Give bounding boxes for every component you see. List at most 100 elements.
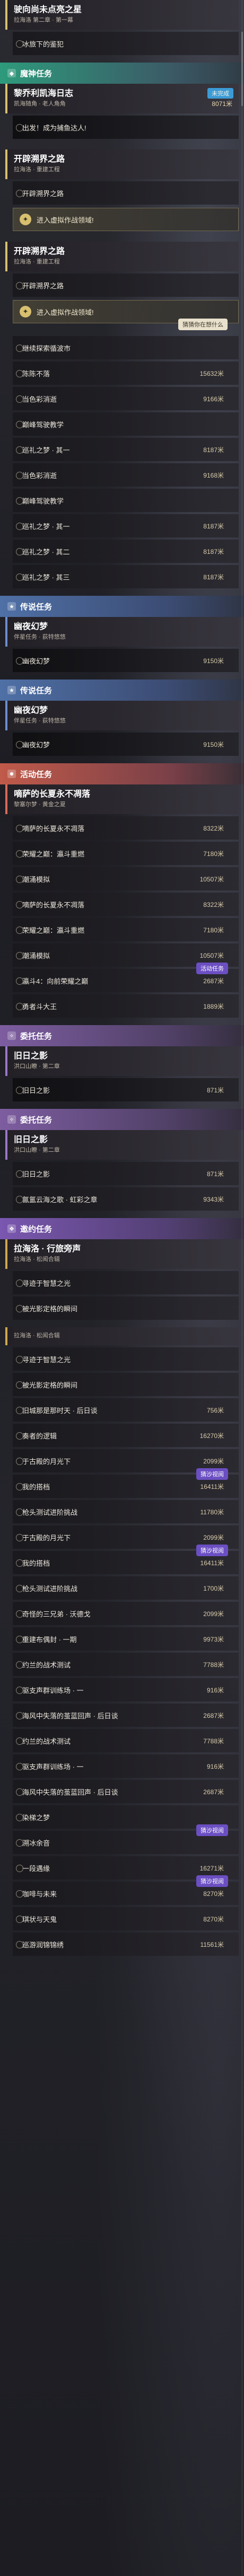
quest-card[interactable]: 开辟溯界之路 拉海洛 · 重建工程 — [5, 149, 239, 179]
quest-step-row[interactable]: 被光影定格的瞬间 — [13, 1373, 239, 1396]
quest-step-row[interactable]: 奏者的逻辑 16270米 — [13, 1424, 239, 1447]
quest-step-row[interactable]: 海风中失落的茧蓝回声 · 后日谈 2687米 — [13, 1704, 239, 1727]
quest-step-row[interactable]: 陈陈不落 15632米 — [13, 361, 239, 385]
quest-card[interactable]: 开辟溯界之路 拉海洛 · 重建工程 — [5, 242, 239, 271]
step-label: 奏者的逻辑 — [22, 1432, 57, 1440]
quest-step-row[interactable]: 出发！成为捕鱼达人! — [13, 116, 239, 139]
quest-step-row[interactable]: 巅峰驾驶教学 — [13, 412, 239, 436]
step-marker-icon — [16, 1865, 23, 1872]
quest-title: 旧日之影 — [14, 1052, 48, 1061]
quest-step-row[interactable]: 开辟溯界之路 — [13, 274, 239, 297]
step-distance: 2099米 — [203, 1533, 224, 1541]
quest-step-row[interactable]: 幽夜幻梦 9150米 — [13, 733, 239, 756]
quest-step-row[interactable]: 旧日之影 871米 — [13, 1078, 239, 1101]
step-label: 巅峰驾驶教学 — [22, 497, 64, 505]
step-marker-icon — [16, 124, 23, 131]
quest-card[interactable]: 幽夜幻梦 伴星任务 · 荻特悠悠 — [5, 701, 239, 730]
quest-card[interactable]: 嘀萨的长夏永不凋落 黎塞尔梦 · 黄金之夏 — [5, 784, 239, 814]
step-marker-icon — [16, 850, 23, 858]
quest-card[interactable]: 旧日之影 洪口山瞭 · 第二章 — [5, 1046, 239, 1076]
scrollbar-track[interactable] — [241, 0, 243, 2576]
quest-step-row[interactable]: 巡礼之梦 · 其二 8187米 — [13, 540, 239, 563]
quest-step-row[interactable]: 嘀萨的长夏永不凋落 8322米 — [13, 816, 239, 840]
quest-step-row[interactable]: 枪头测试进阶挑战 1700米 — [13, 1576, 239, 1600]
quest-step-row[interactable]: 当色彩消逝 9168米 — [13, 463, 239, 487]
quest-step-row[interactable]: 寻迹于智慧之光 — [13, 1271, 239, 1294]
main-quest-icon: ◆ — [7, 69, 16, 77]
quest-step-row[interactable]: 巡礼之梦 · 其一 8187米 — [13, 514, 239, 537]
step-marker-icon — [16, 1788, 23, 1796]
quest-step-row[interactable]: 驱支声群训练场 · 一 916米 — [13, 1754, 239, 1778]
section-header-commission[interactable]: ✧ 委托任务 — [0, 1025, 244, 1046]
quest-step-row[interactable]: 驱支声群训练场 · 一 916米 — [13, 1678, 239, 1701]
quest-step-row[interactable]: 氤氲云海之歌 · 虹彩之章 9343米 — [13, 1187, 239, 1211]
quest-step-row[interactable]: 被光影定格的瞬间 — [13, 1296, 239, 1320]
quest-card[interactable]: 拉海洛 · 行旅旁声 拉海洛 · 松闻合辑 — [5, 1239, 239, 1269]
quest-step-row[interactable]: 巡游润锦锦绣 11561米 — [13, 1933, 239, 1956]
quest-step-row[interactable]: 海风中失落的茧蓝回声 · 后日谈 2687米 — [13, 1780, 239, 1803]
step-label: 重建布偶封 · 一期 — [22, 1635, 77, 1644]
step-marker-icon — [16, 282, 23, 289]
scrollbar-thumb[interactable] — [241, 32, 243, 106]
section-label: 活动任务 — [20, 770, 53, 779]
quest-step-row[interactable]: 旧城那是那时天 · 后日谈 756米 — [13, 1398, 239, 1422]
quest-step-row[interactable]: 枪头测试进阶挑战 11780米 — [13, 1500, 239, 1523]
quest-step-row[interactable]: 约兰的战术测试 7788米 — [13, 1729, 239, 1752]
quest-card[interactable]: 旧日之影 洪口山瞭 · 第二章 — [5, 1130, 239, 1160]
step-marker-icon — [16, 1196, 23, 1203]
step-label: 当色彩消逝 — [22, 471, 57, 480]
step-distance: 8322米 — [203, 824, 224, 832]
quest-step-row[interactable]: 荣耀之巅：瀛斗重燃 7180米 — [13, 842, 239, 865]
quest-step-row[interactable]: 奇怪的三兄弟 · 沃德戈 2099米 — [13, 1602, 239, 1625]
quest-step-row[interactable]: 当色彩消逝 9166米 — [13, 387, 239, 410]
quest-step-row[interactable]: 冰旅下的鉴犯 — [13, 32, 239, 55]
step-distance: 871米 — [206, 1086, 224, 1094]
section-header-main[interactable]: ◆ 魔神任务 — [0, 63, 244, 84]
section-header-event[interactable]: ✹ 活动任务 — [0, 763, 244, 784]
side-quest-icon: ★ — [7, 602, 16, 611]
enter-domain-button[interactable]: ✦ 进入虚拟作战领域! 猜猜你在想什么 — [13, 300, 239, 330]
quest-step-row[interactable]: 重建布偶封 · 一期 9973米 — [13, 1627, 239, 1651]
section-header-invite[interactable]: ❖ 邀约任务 — [0, 1218, 244, 1239]
step-label: 巡礼之梦 · 其一 — [22, 522, 70, 531]
enter-domain-button[interactable]: ✦ 进入虚拟作战领域! — [13, 208, 239, 231]
quest-step-row[interactable]: 巅峰驾驶教学 — [13, 489, 239, 512]
quest-card[interactable]: 黎乔利凯海日志 凯海随角 · 老人角角 未完成 8071米 — [5, 84, 239, 113]
quest-step-row[interactable]: 咖啡与未来 8270米 猜沙视阅 — [13, 1875, 239, 1905]
quest-step-row[interactable]: 荣耀之巅：瀛斗重燃 7180米 — [13, 918, 239, 941]
quest-step-row[interactable]: 开辟溯界之路 — [13, 181, 239, 205]
step-label: 嘀萨的长夏永不凋落 — [22, 901, 85, 909]
section-label: 传说任务 — [20, 602, 53, 612]
quest-step-row[interactable]: 勇者斗大王 1889米 — [13, 994, 239, 1018]
quest-step-row[interactable]: 嘀萨的长夏永不凋落 8322米 — [13, 893, 239, 916]
quest-step-row[interactable]: 巡礼之梦 · 其一 8187米 — [13, 438, 239, 461]
step-marker-icon — [16, 1483, 23, 1490]
step-distance: 16411米 — [200, 1559, 224, 1567]
tracked-quest-card[interactable]: 驶向尚未点亮之星 拉海洛 第二章 · 第一幕 — [5, 0, 239, 30]
quest-step-row[interactable]: 我的搭档 16411米 猜沙视阅 — [13, 1545, 239, 1574]
step-label: 巡礼之梦 · 其一 — [22, 446, 70, 454]
quest-step-row[interactable]: 约兰的战术测试 7788米 — [13, 1653, 239, 1676]
quest-card[interactable]: 拉海洛 · 松闻合辑 — [5, 1327, 239, 1345]
step-distance: 10507米 — [199, 875, 224, 883]
domain-label: 进入虚拟作战领域! — [37, 216, 94, 224]
event-quest-icon: ✹ — [7, 770, 16, 778]
section-header-side[interactable]: ★ 传说任务 — [0, 596, 244, 617]
quest-step-row[interactable]: 我的搭档 16411米 猜沙视阅 — [13, 1468, 239, 1498]
step-distance: 7788米 — [203, 1661, 224, 1669]
section-header-commission[interactable]: ✧ 委托任务 — [0, 1109, 244, 1130]
quest-step-row[interactable]: 旧日之影 871米 — [13, 1162, 239, 1185]
quest-step-row[interactable]: 寻迹于智慧之光 — [13, 1347, 239, 1371]
quest-step-row[interactable]: 继续探索循波市 — [13, 336, 239, 359]
quest-step-row[interactable]: 潮涌模拟 10507米 — [13, 867, 239, 890]
quest-card[interactable]: 幽夜幻梦 伴星任务 · 荻特悠悠 — [5, 617, 239, 647]
quest-step-row[interactable]: 溯冰余音 猜沙视阅 — [13, 1824, 239, 1854]
quest-step-row[interactable]: 幽夜幻梦 9150米 — [13, 649, 239, 672]
step-distance: 7180米 — [203, 926, 224, 934]
quest-step-row[interactable]: 巡礼之梦 · 其三 8187米 — [13, 565, 239, 588]
quest-step-row[interactable]: 琪状与天鬼 8270米 — [13, 1907, 239, 1930]
section-header-side[interactable]: ★ 传说任务 — [0, 680, 244, 701]
quest-title: 驶向尚未点亮之星 — [14, 5, 82, 14]
step-marker-icon — [16, 657, 23, 665]
quest-step-row[interactable]: 瀛斗4：向前荣耀之巅 2687米 活动任务 — [13, 963, 239, 992]
